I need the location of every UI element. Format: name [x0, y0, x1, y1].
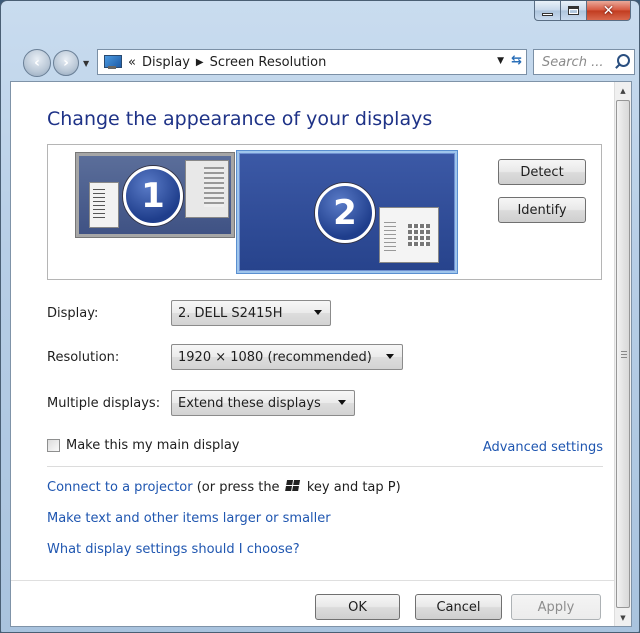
breadcrumb-display[interactable]: Display [142, 55, 190, 70]
scroll-up-icon[interactable]: ▲ [615, 82, 631, 99]
resolution-select[interactable]: 1920 × 1080 (recommended) [171, 344, 403, 370]
multiple-displays-select-value: Extend these displays [178, 395, 321, 411]
main-display-label[interactable]: Make this my main display [66, 438, 240, 453]
forward-arrow-icon: › [63, 55, 69, 71]
projector-hint-post: key and tap P) [306, 480, 401, 495]
main-display-option[interactable]: Make this my main display [47, 438, 240, 453]
minimize-icon [542, 13, 553, 16]
ok-button[interactable]: OK [315, 594, 400, 620]
search-icon[interactable] [613, 53, 631, 71]
refresh-icon[interactable]: ⇆ [511, 53, 522, 68]
grip-icon [621, 351, 627, 358]
chevron-down-icon [338, 400, 346, 405]
address-bar[interactable]: « Display ▶ Screen Resolution ▼ ⇆ [97, 49, 527, 75]
multiple-displays-select[interactable]: Extend these displays [171, 390, 355, 416]
window-thumbnail [379, 207, 439, 263]
back-button[interactable]: ‹ [23, 49, 51, 77]
display-settings-help-link[interactable]: What display settings should I choose? [47, 542, 300, 557]
address-dropdown-icon[interactable]: ▼ [497, 56, 504, 66]
text-size-row: Make text and other items larger or smal… [47, 511, 331, 526]
window-frame: ✕ ‹ › ▼ « Display ▶ Screen Resolution ▼ … [0, 0, 640, 633]
advanced-settings-link[interactable]: Advanced settings [483, 440, 603, 455]
title-bar[interactable]: ✕ [1, 1, 639, 41]
main-display-checkbox[interactable] [47, 439, 60, 452]
chevron-down-icon [386, 354, 394, 359]
window-thumbnail [89, 182, 119, 228]
windows-logo-icon [284, 480, 302, 492]
multiple-displays-label: Multiple displays: [47, 396, 161, 411]
projector-row: Connect to a projector (or press the key… [47, 480, 401, 495]
close-icon: ✕ [602, 2, 615, 19]
display-select[interactable]: 2. DELL S2415H [171, 300, 331, 326]
detect-button[interactable]: Detect [498, 159, 586, 185]
projector-hint-pre: (or press the [196, 480, 280, 495]
search-input[interactable]: Search ... [542, 55, 613, 70]
vertical-scrollbar[interactable]: ▲ ▼ [614, 82, 631, 626]
caption-buttons: ✕ [534, 1, 631, 21]
navigation-row: ‹ › ▼ « Display ▶ Screen Resolution ▼ ⇆ … [1, 45, 640, 79]
divider [47, 466, 603, 467]
footer-divider [11, 580, 615, 581]
cancel-button[interactable]: Cancel [415, 594, 502, 620]
search-box[interactable]: Search ... [533, 49, 635, 75]
resolution-select-value: 1920 × 1080 (recommended) [178, 349, 372, 365]
display-arrangement: 1 2 Detect Identify [47, 144, 602, 280]
scrollbar-thumb[interactable] [616, 100, 630, 608]
maximize-icon [568, 6, 579, 15]
window-thumbnail [185, 160, 229, 218]
close-button[interactable]: ✕ [587, 1, 631, 21]
breadcrumb-screen-resolution[interactable]: Screen Resolution [210, 55, 327, 70]
maximize-button[interactable] [561, 1, 587, 21]
chevron-down-icon [314, 310, 322, 315]
monitor-1[interactable]: 1 [76, 153, 234, 237]
apply-button[interactable]: Apply [511, 594, 601, 620]
page-title: Change the appearance of your displays [47, 108, 433, 130]
content-pane: Change the appearance of your displays 1… [10, 81, 632, 627]
monitor-2[interactable]: 2 [237, 151, 457, 273]
identify-button[interactable]: Identify [498, 197, 586, 223]
display-select-value: 2. DELL S2415H [178, 305, 283, 321]
resolution-label: Resolution: [47, 350, 120, 365]
back-arrow-icon: ‹ [34, 55, 40, 71]
address-overflow[interactable]: « [128, 55, 136, 70]
recent-pages-dropdown-icon[interactable]: ▼ [83, 59, 89, 68]
text-size-link[interactable]: Make text and other items larger or smal… [47, 511, 331, 526]
monitor-number-badge: 1 [123, 166, 183, 226]
connect-projector-link[interactable]: Connect to a projector [47, 480, 193, 495]
monitor-number-badge: 2 [315, 183, 375, 243]
help-row: What display settings should I choose? [47, 542, 300, 557]
display-label: Display: [47, 306, 99, 321]
breadcrumb-chevron-icon[interactable]: ▶ [196, 57, 204, 68]
forward-button[interactable]: › [53, 50, 79, 76]
control-panel-icon [104, 55, 122, 69]
scroll-down-icon[interactable]: ▼ [615, 609, 631, 626]
minimize-button[interactable] [534, 1, 561, 21]
